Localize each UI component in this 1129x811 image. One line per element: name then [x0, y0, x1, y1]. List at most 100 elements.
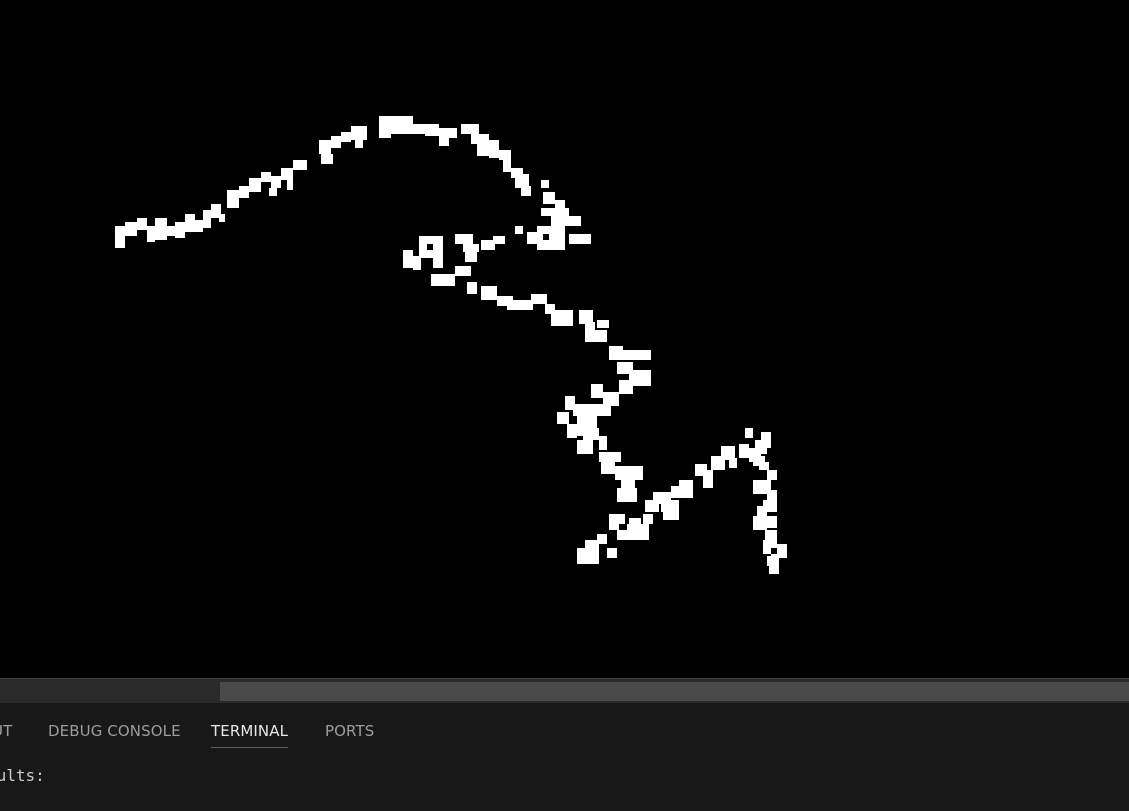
drawing-pixel	[249, 178, 261, 192]
drawing-pixel	[471, 134, 489, 144]
horizontal-scrollbar[interactable]	[0, 678, 1129, 703]
drawing-pixel	[577, 548, 599, 564]
drawing-pixel	[663, 510, 679, 520]
drawing-pixel	[261, 172, 271, 182]
drawing-pixel	[175, 222, 185, 238]
drawing-pixel	[379, 116, 391, 138]
drawing-pixel	[569, 234, 591, 244]
drawing-pixel	[461, 124, 479, 134]
drawing-pixel	[579, 310, 593, 324]
drawing-pixel	[477, 144, 489, 156]
drawing-pixel	[455, 266, 471, 276]
drawing-pixel	[759, 462, 769, 470]
drawing-pixel	[521, 186, 531, 196]
drawing-pixel	[739, 444, 749, 458]
drawing-pixel	[403, 250, 413, 268]
drawing-pixel	[629, 518, 641, 526]
drawing-pixel	[449, 128, 457, 138]
drawing-gap	[619, 524, 627, 530]
drawing-pixel	[729, 458, 737, 468]
drawing-pixel	[465, 252, 477, 262]
drawing-pixel	[761, 432, 771, 448]
drawing-pixel	[481, 240, 495, 250]
drawing-pixel	[679, 480, 693, 488]
drawing-pixel	[615, 466, 643, 480]
drawing-pixel	[623, 350, 651, 360]
drawing-pixel	[115, 226, 125, 248]
drawing-pixel	[621, 478, 635, 488]
drawing-pixel	[541, 180, 549, 188]
drawing-pixel	[599, 452, 621, 462]
drawing-pixel	[753, 516, 767, 530]
drawing-pixel	[341, 132, 351, 142]
drawing-pixel	[619, 380, 633, 394]
drawing-pixel	[391, 116, 413, 134]
drawing-pixel	[767, 516, 777, 528]
tab-terminal[interactable]: TERMINAL	[211, 717, 289, 748]
drawing-pixel	[585, 322, 595, 342]
tab-ports[interactable]: PORTS	[325, 717, 374, 747]
drawing-pixel	[721, 446, 735, 460]
tab-output[interactable]: UT	[0, 717, 12, 747]
drawing-pixel	[413, 256, 421, 270]
drawing-pixel	[239, 186, 249, 198]
drawing-pixel	[599, 436, 607, 450]
drawing-pixel	[431, 274, 455, 286]
drawing-pixel	[125, 222, 137, 236]
drawing-pixel	[185, 214, 195, 232]
drawing-pixel	[455, 234, 473, 244]
drawing-pixel	[603, 392, 619, 406]
drawing-pixel	[321, 154, 333, 164]
drawing-pixel	[167, 226, 175, 236]
drawing-pixel	[527, 232, 537, 244]
drawing-pixel	[617, 488, 637, 502]
drawing-pixel	[331, 136, 341, 148]
drawing-pixel	[769, 564, 779, 574]
drawing-pixel	[567, 424, 577, 438]
drawing-pixel	[269, 188, 277, 196]
panel-tabs: UT DEBUG CONSOLE TERMINAL PORTS	[0, 717, 1129, 751]
drawing-pixel	[433, 258, 443, 268]
drawing-pixel	[355, 140, 363, 148]
drawing-pixel	[763, 500, 777, 512]
drawing-gap	[543, 234, 549, 240]
drawing-pixel	[499, 150, 511, 160]
drawing-pixel	[281, 168, 293, 180]
drawing-pixel	[643, 514, 653, 524]
drawing-pixel	[227, 190, 239, 208]
drawing-gap	[427, 244, 433, 250]
tab-debug-console[interactable]: DEBUG CONSOLE	[48, 717, 181, 747]
drawing-pixel	[287, 180, 293, 190]
drawing-pixel	[607, 548, 617, 558]
drawing-pixel	[413, 124, 425, 134]
drawing-gap	[771, 548, 777, 554]
drawing-pixel	[319, 140, 331, 154]
drawing-pixel	[597, 320, 609, 328]
drawing-pixel	[531, 294, 547, 304]
bottom-panel: UT DEBUG CONSOLE TERMINAL PORTS sults:	[0, 702, 1129, 811]
drawing-pixel	[155, 218, 167, 240]
drawing-pixel	[507, 300, 533, 310]
drawing-pixel	[537, 226, 565, 250]
drawing-pixel	[203, 210, 211, 228]
drawing-pixel	[271, 176, 281, 188]
drawing-pixel	[609, 346, 623, 360]
drawing-pixel	[595, 330, 607, 342]
scrollbar-thumb[interactable]	[220, 682, 1129, 701]
drawing-pixel	[219, 214, 225, 222]
drawing-pixel	[601, 462, 615, 474]
drawing-pixel	[515, 226, 523, 234]
drawing-pixel	[463, 244, 479, 252]
drawing-pixel	[137, 218, 147, 230]
drawing-pixel	[541, 208, 569, 216]
drawing-pixel	[577, 440, 593, 454]
drawing-pixel	[767, 470, 777, 480]
drawing-pixel	[557, 412, 569, 424]
drawing-pixel	[767, 490, 777, 500]
drawing-pixel	[493, 236, 505, 244]
drawing-pixel	[503, 160, 511, 172]
drawing-pixel	[515, 174, 529, 188]
drawing-pixel	[351, 126, 367, 140]
drawing-pixel	[439, 128, 449, 146]
drawing-pixel	[195, 220, 203, 232]
